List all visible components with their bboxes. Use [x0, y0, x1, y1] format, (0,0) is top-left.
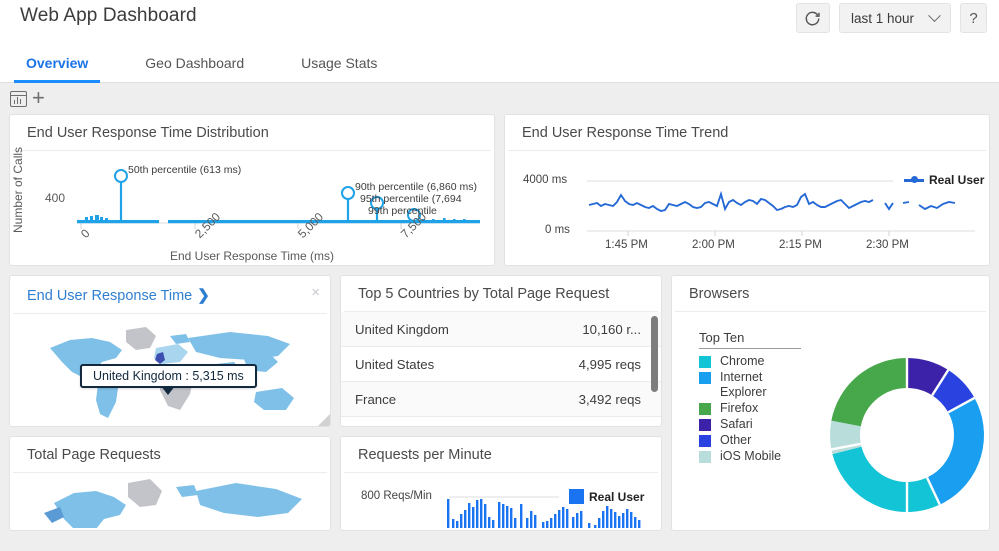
help-icon: ?: [969, 9, 978, 27]
legend-square-icon: [569, 489, 584, 504]
legend-label-chrome: Chrome: [720, 354, 765, 368]
tab-bar: Overview Geo Dashboard Usage Stats: [0, 42, 999, 83]
tab-overview[interactable]: Overview: [14, 55, 101, 83]
trend-legend-label: Real User: [929, 173, 985, 187]
widget-toolbar: +: [0, 83, 999, 114]
browsers-chart[interactable]: Top Ten Chrome Internet Explorer Firefox: [672, 312, 989, 528]
trend-plot: [587, 180, 975, 236]
top5-list[interactable]: United Kingdom 10,160 r... United States…: [341, 312, 661, 424]
country-value: 3,492 reqs: [578, 391, 641, 407]
legend-swatch-safari: [699, 419, 711, 431]
tab-usage-stats[interactable]: Usage Stats: [289, 55, 389, 82]
widget-chart-bars: [13, 96, 22, 104]
panel-title-distribution: End User Response Time Distribution: [13, 115, 491, 151]
legend-label-safari: Safari: [720, 417, 753, 431]
panel-title-total-page-requests: Total Page Requests: [13, 437, 327, 473]
legend-item-safari[interactable]: Safari: [699, 417, 809, 432]
distribution-x-axis-title: End User Response Time (ms): [169, 249, 335, 263]
country-value: 10,160 r...: [582, 321, 641, 337]
trend-legend-real-user[interactable]: Real User: [904, 173, 984, 187]
widget-chart-icon[interactable]: [10, 90, 27, 107]
legend-item-other[interactable]: Other: [699, 433, 809, 448]
middle-column: Top 5 Countries by Total Page Request Un…: [340, 275, 662, 531]
world-map-response-time[interactable]: United Kingdom : 5,315 ms: [10, 314, 330, 426]
map-tooltip: United Kingdom : 5,315 ms: [80, 364, 257, 395]
help-button[interactable]: ?: [960, 3, 987, 33]
legend-item-firefox[interactable]: Firefox: [699, 401, 809, 416]
page-title: Web App Dashboard: [20, 5, 197, 26]
distribution-marker-99th: 99th percentile: [368, 205, 437, 217]
panel-title-map-text: End User Response Time: [27, 288, 193, 304]
legend-item-internet-explorer[interactable]: Internet Explorer: [699, 370, 809, 400]
rpm-legend-real-user[interactable]: Real User: [569, 489, 644, 504]
panel-title-map[interactable]: End User Response Time ❯: [13, 276, 327, 314]
legend-swatch-chrome: [699, 356, 711, 368]
dashboard-row-1: End User Response Time Distribution Numb…: [9, 114, 990, 266]
panel-top-5-countries: Top 5 Countries by Total Page Request Un…: [340, 275, 662, 427]
trend-x-tick-0: 1:45 PM: [605, 239, 648, 251]
legend-item-ios-mobile[interactable]: iOS Mobile: [699, 449, 809, 464]
country-name: United States: [355, 356, 435, 372]
browsers-donut-svg[interactable]: [810, 340, 990, 530]
list-item[interactable]: United States 4,995 reqs: [341, 347, 661, 382]
legend-swatch-other: [699, 435, 711, 447]
panel-response-time-trend: End User Response Time Trend 4000 ms 0 m…: [504, 114, 990, 266]
trend-x-tick-2: 2:15 PM: [779, 239, 822, 251]
panel-browsers: Browsers Top Ten Chrome Internet Explore…: [671, 275, 990, 531]
distribution-chart[interactable]: Number of Calls 400 50th percentile (613…: [10, 147, 494, 263]
legend-swatch-firefox: [699, 403, 711, 415]
refresh-icon: [806, 11, 821, 25]
distribution-marker-50th: 50th percentile (613 ms): [128, 164, 242, 176]
dashboard-grid: End User Response Time Distribution Numb…: [0, 114, 999, 531]
distribution-marker-90th: 90th percentile (6,860 ms): [355, 181, 477, 193]
panel-title-browsers: Browsers: [675, 276, 986, 312]
trend-x-tick-3: 2:30 PM: [866, 239, 909, 251]
rpm-chart[interactable]: 800 Reqs/Min Real User: [341, 473, 661, 528]
dashboard-row-2: End User Response Time ❯ × United Kingdo…: [9, 275, 990, 531]
legend-label-firefox: Firefox: [720, 401, 759, 415]
header-controls: last 1 hour ?: [795, 3, 987, 33]
browsers-legend-title: Top Ten: [699, 330, 801, 349]
world-map-total-requests[interactable]: [10, 473, 330, 528]
legend-line-icon: [904, 176, 924, 183]
trend-x-tick-1: 2:00 PM: [692, 239, 735, 251]
legend-swatch-internet-explorer: [699, 372, 711, 384]
time-range-label: last 1 hour: [850, 10, 914, 26]
list-item[interactable]: United Kingdom 10,160 r...: [341, 312, 661, 347]
tab-geo-dashboard[interactable]: Geo Dashboard: [133, 55, 256, 82]
legend-label-other: Other: [720, 433, 752, 447]
country-name: United Kingdom: [355, 321, 449, 337]
country-value: 4,995 reqs: [578, 356, 641, 372]
panel-response-time-distribution: End User Response Time Distribution Numb…: [9, 114, 495, 266]
legend-item-chrome[interactable]: Chrome: [699, 354, 809, 369]
app-header: Web App Dashboard last 1 hour ?: [0, 0, 999, 42]
panel-title-rpm: Requests per Minute: [344, 437, 658, 473]
close-icon[interactable]: ×: [311, 285, 320, 300]
distribution-marker-95th: 95th percentile (7,694: [360, 193, 462, 205]
scrollbar-thumb[interactable]: [651, 316, 658, 392]
refresh-button[interactable]: [795, 3, 830, 33]
add-widget-button[interactable]: +: [32, 86, 45, 109]
panel-title-trend: End User Response Time Trend: [508, 115, 986, 151]
chevron-down-icon: [928, 8, 941, 22]
left-column: End User Response Time ❯ × United Kingdo…: [9, 275, 331, 531]
chevron-right-icon: ❯: [197, 287, 210, 304]
panel-total-page-requests: Total Page Requests: [9, 436, 331, 531]
trend-chart[interactable]: 4000 ms 0 ms 1:45 PM 2:00 PM 2:15 PM 2:3…: [505, 151, 989, 263]
panel-requests-per-minute: Requests per Minute 800 Reqs/Min Real Us…: [340, 436, 662, 531]
country-name: France: [355, 391, 397, 407]
panel-end-user-response-time-map: End User Response Time ❯ × United Kingdo…: [9, 275, 331, 427]
legend-label-ios-mobile: iOS Mobile: [720, 449, 782, 463]
panel-title-top5: Top 5 Countries by Total Page Request: [344, 276, 658, 312]
world-map-total-svg: [44, 479, 302, 528]
browsers-legend: Top Ten Chrome Internet Explorer Firefox: [699, 330, 809, 465]
resize-handle[interactable]: [318, 414, 330, 426]
legend-swatch-ios-mobile: [699, 451, 711, 463]
rpm-legend-label: Real User: [589, 489, 645, 504]
time-range-selector[interactable]: last 1 hour: [838, 3, 951, 33]
list-item[interactable]: France 3,492 reqs: [341, 382, 661, 417]
legend-label-internet-explorer: Internet Explorer: [720, 370, 767, 399]
